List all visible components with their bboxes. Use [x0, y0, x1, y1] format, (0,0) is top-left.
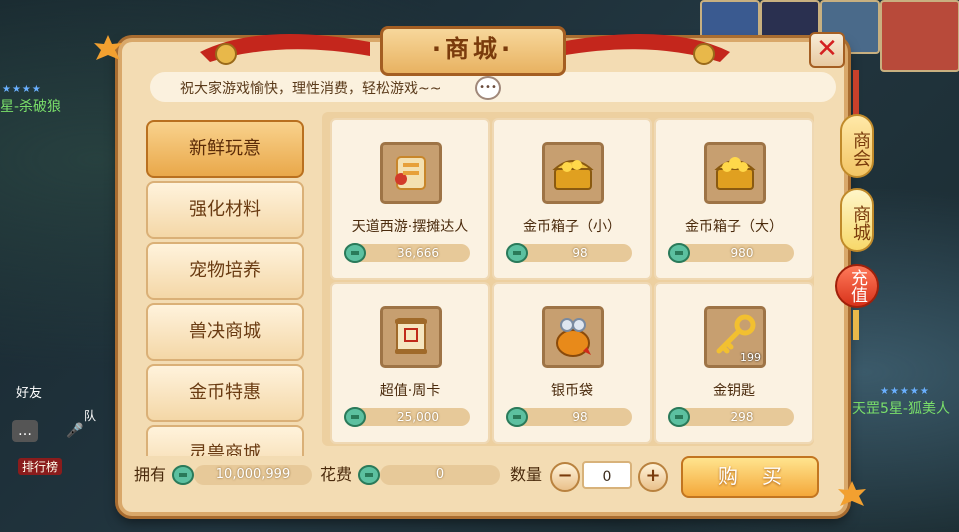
- jade-coin-icon: [506, 407, 528, 427]
- category-enhance[interactable]: 强化材料: [146, 181, 304, 239]
- cost-label: 花费: [320, 465, 353, 484]
- quantity-plus-button[interactable]: +: [638, 462, 668, 492]
- team-label[interactable]: 队: [84, 407, 96, 424]
- category-beast-skill[interactable]: 兽决商城: [146, 303, 304, 361]
- player-name-right: 天罡5星-狐美人: [852, 401, 950, 417]
- tassel-decoration: [853, 310, 859, 340]
- item-card[interactable]: 银币袋 98: [492, 282, 652, 444]
- jade-coin-icon: [344, 243, 366, 263]
- item-card[interactable]: 金币箱子（大） 980: [654, 118, 814, 280]
- weekly-card-scroll-icon: [380, 306, 442, 368]
- item-card[interactable]: 超值·周卡 25,000: [330, 282, 490, 444]
- item-price: 298: [730, 410, 754, 424]
- gold-chest-icon: [704, 142, 766, 204]
- jade-coin-icon: [172, 465, 194, 485]
- jade-coin-icon: [668, 243, 690, 263]
- item-card[interactable]: 金币箱子（小） 98: [492, 118, 652, 280]
- coin-bag-icon: [542, 306, 604, 368]
- rank-button[interactable]: 排行榜: [18, 458, 63, 475]
- price-bar: 98: [506, 243, 632, 263]
- item-card[interactable]: 天道西游·摆摊达人 36,666: [330, 118, 490, 280]
- item-name: 金币箱子（小）: [523, 219, 621, 235]
- category-spirit-beast[interactable]: 灵兽商城: [146, 425, 304, 456]
- gold-chest-icon: [542, 142, 604, 204]
- item-card[interactable]: 199 金钥匙 298: [654, 282, 814, 444]
- quantity-input[interactable]: 0: [582, 461, 632, 489]
- tab-store[interactable]: 商城: [840, 188, 874, 252]
- player-name-left: 星-杀破狼: [0, 99, 62, 115]
- price-bar: 298: [668, 407, 794, 427]
- item-price: 36,666: [397, 246, 439, 260]
- item-price: 25,000: [397, 410, 439, 424]
- notice-text: 祝大家游戏愉快，理性消费，轻松游戏~~: [180, 81, 442, 97]
- item-price: 980: [730, 246, 754, 260]
- scroll-ticket-icon: [380, 142, 442, 204]
- tassel-decoration: [853, 70, 859, 116]
- price-bar: 980: [668, 243, 794, 263]
- jade-coin-icon: [506, 243, 528, 263]
- buy-button[interactable]: 购买: [681, 456, 819, 498]
- tab-guild-shop[interactable]: 商会: [840, 114, 874, 178]
- category-fresh[interactable]: 新鲜玩意: [146, 120, 304, 178]
- star-rating-icon: ★★★★: [2, 84, 42, 95]
- chat-icon[interactable]: …: [12, 420, 38, 442]
- jade-coin-icon: [668, 407, 690, 427]
- category-list: 新鲜玩意 强化材料 宠物培养 兽决商城 金币特惠 灵兽商城: [140, 116, 310, 456]
- jade-coin-icon: [358, 465, 380, 485]
- gold-key-icon: 199: [704, 306, 766, 368]
- price-bar: 36,666: [344, 243, 470, 263]
- price-bar: 98: [506, 407, 632, 427]
- tab-recharge[interactable]: 充值: [835, 264, 879, 308]
- store-title: ·商城·: [380, 26, 566, 76]
- item-name: 金钥匙: [713, 383, 755, 399]
- close-button[interactable]: ✕: [809, 32, 845, 68]
- price-bar: 25,000: [344, 407, 470, 427]
- maple-leaf-icon: [94, 35, 122, 60]
- item-name: 超值·周卡: [379, 383, 441, 399]
- star-rating-icon: ★★★★★: [880, 386, 930, 397]
- quantity-minus-button[interactable]: −: [550, 462, 580, 492]
- item-name: 天道西游·摆摊达人: [351, 219, 469, 235]
- item-price: 98: [572, 410, 588, 424]
- red-ribbon-decoration: [200, 34, 370, 65]
- owned-label: 拥有: [134, 465, 167, 484]
- item-name: 金币箱子（大）: [685, 219, 783, 235]
- friends-button[interactable]: 好友: [16, 382, 42, 401]
- quantity-label: 数量: [510, 465, 543, 484]
- item-price: 98: [572, 246, 588, 260]
- cost-amount: 0: [380, 465, 500, 485]
- category-gold-deals[interactable]: 金币特惠: [146, 364, 304, 422]
- maple-leaf-icon: [838, 481, 866, 506]
- item-name: 银币袋: [551, 383, 593, 399]
- jade-coin-icon: [344, 407, 366, 427]
- player-avatar[interactable]: [880, 0, 959, 72]
- red-ribbon-decoration: [560, 34, 730, 65]
- item-count: 199: [740, 351, 761, 364]
- owned-amount: 10,000,999: [194, 465, 312, 485]
- notice-bar: 祝大家游戏愉快，理性消费，轻松游戏~~ •••: [150, 72, 836, 102]
- chat-bubble-icon: •••: [475, 76, 501, 100]
- category-pet[interactable]: 宠物培养: [146, 242, 304, 300]
